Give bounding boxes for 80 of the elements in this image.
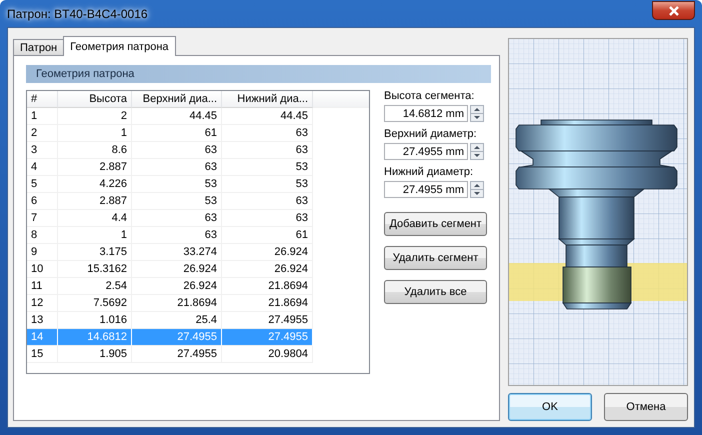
- dialog-button[interactable]: OK: [508, 393, 592, 421]
- window-title: Патрон: BT40-B4C4-0016: [7, 6, 148, 20]
- column-header[interactable]: Нижний диа...: [222, 91, 313, 108]
- tab[interactable]: Геометрия патрона: [63, 36, 176, 56]
- table-cell: 3: [27, 142, 58, 159]
- segment-button[interactable]: Удалить все: [384, 280, 487, 304]
- table-cell: 14: [27, 329, 58, 346]
- table-cell: 26.924: [132, 261, 222, 278]
- segment-button[interactable]: Добавить сегмент: [384, 212, 487, 236]
- table-cell: 9: [27, 244, 58, 261]
- number-field[interactable]: 27.4955 mm: [384, 143, 468, 160]
- table-cell: 2: [27, 125, 58, 142]
- field-label: Высота сегмента:: [384, 90, 476, 102]
- table-cell: 10: [27, 261, 58, 278]
- table-cell: 20.9804: [222, 346, 313, 363]
- table-cell: 1: [58, 227, 132, 244]
- table-cell: 26.924: [222, 244, 313, 261]
- table-cell: 15: [27, 346, 58, 363]
- table-cell: 1: [58, 125, 132, 142]
- table-cell: 1.905: [58, 346, 132, 363]
- table-cell: 63: [222, 125, 313, 142]
- dialog-button[interactable]: Отмена: [604, 393, 688, 421]
- spinner-icon[interactable]: [470, 181, 484, 198]
- table-cell: 15.3162: [58, 261, 132, 278]
- table-cell: 21.8694: [132, 295, 222, 312]
- table-cell: 1: [27, 108, 58, 125]
- number-field[interactable]: 27.4955 mm: [384, 181, 468, 198]
- table-cell: 61: [132, 125, 222, 142]
- table-cell: 63: [132, 159, 222, 176]
- table-cell: 26.924: [222, 261, 313, 278]
- table-cell: 27.4955: [222, 329, 313, 346]
- table-cell: 63: [132, 142, 222, 159]
- table-cell: 4: [27, 159, 58, 176]
- field-label: Нижний диаметр:: [384, 166, 474, 178]
- tab[interactable]: Патрон: [13, 39, 64, 56]
- table-cell: 12: [27, 295, 58, 312]
- column-header[interactable]: #: [27, 91, 58, 108]
- table-cell: 4.226: [58, 176, 132, 193]
- table-cell: 2.887: [58, 159, 132, 176]
- spinner-icon[interactable]: [470, 105, 484, 122]
- table-cell: 14.6812: [58, 329, 132, 346]
- close-icon: [668, 6, 680, 16]
- table-cell: 3.175: [58, 244, 132, 261]
- table-cell: 63: [222, 193, 313, 210]
- table-cell: 63: [222, 210, 313, 227]
- column-header[interactable]: Высота: [58, 91, 132, 108]
- table-cell: 26.924: [132, 278, 222, 295]
- table-cell: 53: [222, 176, 313, 193]
- section-header: Геометрия патрона: [26, 65, 491, 83]
- table-cell: 2.887: [58, 193, 132, 210]
- table-cell: 61: [222, 227, 313, 244]
- table-cell: 2.54: [58, 278, 132, 295]
- table-cell: 7: [27, 210, 58, 227]
- number-field[interactable]: 14.6812 mm: [384, 105, 468, 122]
- table-cell: 63: [132, 210, 222, 227]
- spinner-icon[interactable]: [470, 143, 484, 160]
- column-header[interactable]: Верхний диа...: [132, 91, 222, 108]
- table-cell: 27.4955: [132, 346, 222, 363]
- table-cell: 8: [27, 227, 58, 244]
- segment-button[interactable]: Удалить сегмент: [384, 246, 487, 270]
- table-cell: 44.45: [222, 108, 313, 125]
- table-cell: 5: [27, 176, 58, 193]
- table-cell: 27.4955: [132, 329, 222, 346]
- table-cell: 21.8694: [222, 278, 313, 295]
- table-cell: 63: [222, 142, 313, 159]
- table-cell: 21.8694: [222, 295, 313, 312]
- table-cell: 53: [222, 159, 313, 176]
- table-cell: 11: [27, 278, 58, 295]
- table-cell: 33.274: [132, 244, 222, 261]
- table-cell: 6: [27, 193, 58, 210]
- table-cell: 63: [132, 227, 222, 244]
- close-button[interactable]: [652, 1, 695, 20]
- field-label: Верхний диаметр:: [384, 128, 478, 140]
- table-cell: 53: [132, 176, 222, 193]
- table-cell: 8.6: [58, 142, 132, 159]
- table-cell: 53: [132, 193, 222, 210]
- table-cell: 44.45: [132, 108, 222, 125]
- table-cell: 7.5692: [58, 295, 132, 312]
- table-cell: 2: [58, 108, 132, 125]
- table-cell: 4.4: [58, 210, 132, 227]
